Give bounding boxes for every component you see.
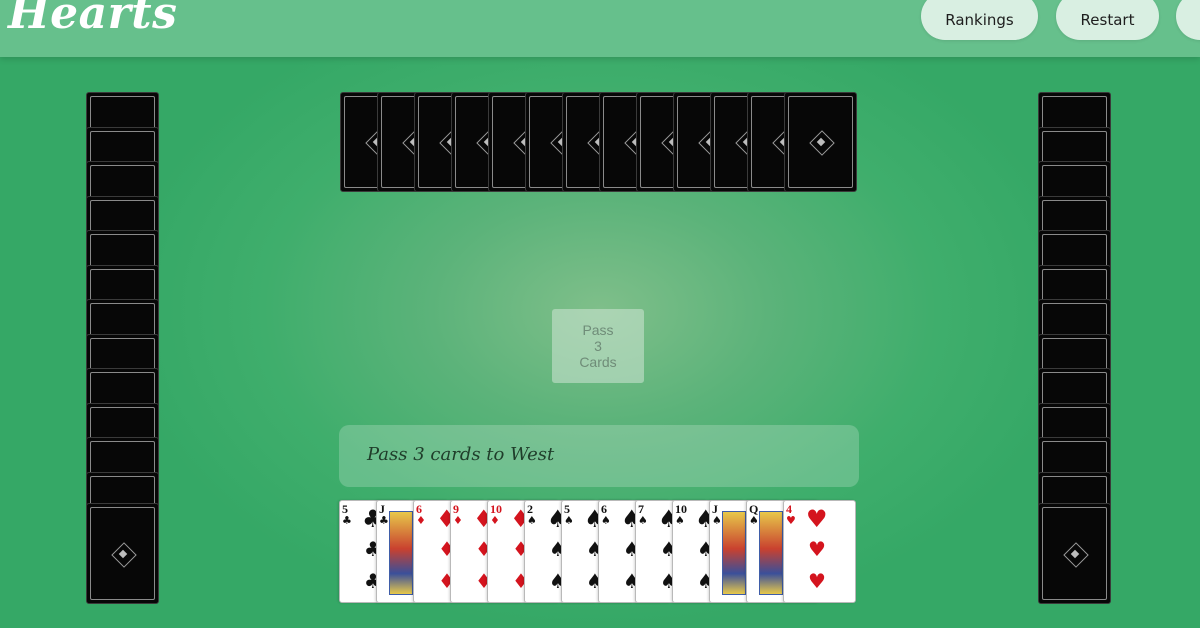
hand-card[interactable]: 4 ♥ ♥ ♥ ♥: [783, 500, 856, 603]
status-message: Pass 3 cards to West: [367, 444, 555, 465]
card-suit-icon: ♦: [416, 514, 426, 527]
card-suit-icon: ♠: [712, 514, 722, 527]
face-card-art: [759, 511, 783, 595]
east-player-hand: [1038, 92, 1111, 604]
card-pip-icon: ♥: [808, 537, 826, 561]
north-card-back: [784, 92, 857, 192]
pass-cards-button[interactable]: Pass 3 Cards: [552, 309, 644, 383]
face-card-art: [722, 511, 746, 595]
face-card-art: [389, 511, 413, 595]
card-suit-icon: ♠: [638, 514, 648, 527]
player-hand: 5 ♣ ♣ ♣ ♣ J ♣ 6 ♦ ♦ ♦ ♦ 9 ♦ ♦ ♦ ♦ 10 ♦ ♦ ♦ ♦ 2 ♠ ♠ ♠ ♠ 5 ♠ ♠ ♠ ♠ 6 ♠ ♠ ♠ ♠ 7 ♠…: [339, 500, 859, 604]
top-bar: Hearts Rankings Restart: [0, 0, 1200, 57]
pass-button-line-2: 3: [594, 338, 602, 354]
restart-button[interactable]: Restart: [1056, 0, 1159, 40]
card-suit-icon: ♠: [749, 514, 759, 527]
card-suit-icon: ♣: [379, 514, 389, 527]
card-suit-icon: ♥: [786, 514, 796, 527]
north-player-hand: [340, 92, 857, 192]
card-suit-icon: ♦: [490, 514, 500, 527]
card-pip-icon: ♥: [806, 505, 828, 533]
card-suit-icon: ♠: [675, 514, 685, 527]
card-suit-icon: ♣: [342, 514, 352, 527]
menu-button[interactable]: [1176, 0, 1200, 40]
card-suit-icon: ♠: [564, 514, 574, 527]
card-suit-icon: ♦: [453, 514, 463, 527]
card-suit-icon: ♠: [527, 514, 537, 527]
app-logo: Hearts: [8, 0, 178, 39]
west-player-hand: [86, 92, 159, 604]
card-suit-icon: ♠: [601, 514, 611, 527]
rankings-button[interactable]: Rankings: [921, 0, 1038, 40]
card-pip-icon: ♥: [808, 569, 826, 593]
west-card-back: [86, 503, 159, 604]
pass-button-line-1: Pass: [582, 322, 614, 338]
status-message-panel: Pass 3 cards to West: [339, 425, 859, 487]
east-card-back: [1038, 503, 1111, 604]
pass-button-line-3: Cards: [579, 354, 617, 370]
